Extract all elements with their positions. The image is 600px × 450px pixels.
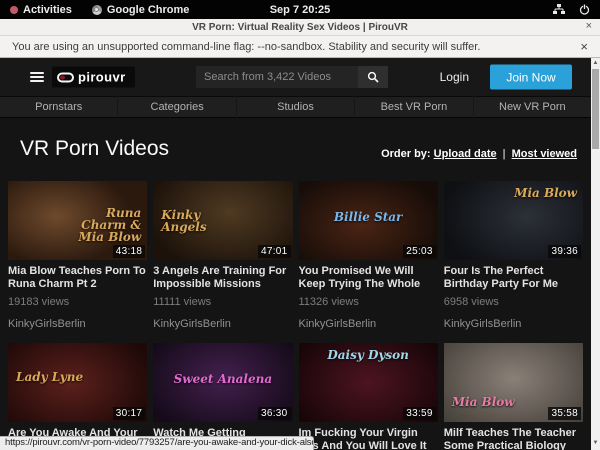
video-views: 6958 views [444,296,583,309]
infobar-message: You are using an unsupported command-lin… [12,41,480,53]
search-button[interactable] [358,66,388,88]
video-duration-badge: 39:36 [548,245,581,258]
video-thumbnail[interactable]: Mia Blow 39:36 [444,181,583,260]
search-bar [196,66,388,88]
scrollbar-thumb[interactable] [592,69,599,149]
video-duration-badge: 33:59 [403,407,436,420]
activities-button[interactable]: Activities [10,4,72,16]
power-icon[interactable] [579,4,590,15]
thumbnail-overlay-text: Sweet Analena [153,373,292,385]
tab-close-icon[interactable]: × [586,20,592,32]
join-now-button[interactable]: Join Now [490,65,572,90]
thumbnail-overlay-text: Kinky Angels [161,209,235,233]
thumbnail-overlay-text: Mia Blow [514,187,577,199]
video-card[interactable]: Mia Blow 35:58 Milf Teaches The Teacher … [444,343,583,450]
video-card[interactable]: Billie Star 25:03 You Promised We Will K… [299,181,438,343]
logo-text: pirouvr [78,70,126,85]
video-views: 19183 views [8,296,147,309]
video-grid: Runa Charm & Mia Blow 43:18 Mia Blow Tea… [0,181,591,450]
video-studio-link[interactable]: KinkyGirlsBerlin [299,318,438,343]
nav-item-pornstars[interactable]: Pornstars [0,96,117,118]
infobar: You are using an unsupported command-lin… [0,36,600,58]
video-title[interactable]: 3 Angels Are Training For Impossible Mis… [153,265,292,290]
video-duration-badge: 30:17 [113,407,146,420]
video-thumbnail[interactable]: Daisy Dyson 33:59 [299,343,438,422]
search-icon [367,71,379,83]
order-by: Order by: Upload date | Most viewed [381,148,577,162]
network-icon[interactable] [553,4,565,15]
video-card[interactable]: Daisy Dyson 33:59 Im Fucking Your Virgin… [299,343,438,450]
page-head: VR Porn Videos Order by: Upload date | M… [0,118,591,162]
activities-dot-icon [10,6,18,14]
nav-item-new-vr-porn[interactable]: New VR Porn [473,96,591,118]
video-views: 11111 views [153,296,292,309]
video-thumbnail[interactable]: Billie Star 25:03 [299,181,438,260]
login-link[interactable]: Login [440,70,469,84]
video-title[interactable]: Four Is The Perfect Birthday Party For M… [444,265,583,290]
video-card[interactable]: Kinky Angels 47:01 3 Angels Are Training… [153,181,292,343]
video-duration-badge: 36:30 [258,407,291,420]
chrome-taskbar-item[interactable]: Google Chrome [92,4,190,16]
video-thumbnail[interactable]: Kinky Angels 47:01 [153,181,292,260]
order-link-upload-date[interactable]: Upload date [434,148,497,160]
infobar-close-icon[interactable]: × [580,39,588,54]
menu-icon[interactable] [30,70,44,84]
thumbnail-overlay-text: Daisy Dyson [299,349,438,361]
video-card[interactable]: Sweet Analena 36:30 Watch Me Getting Dom… [153,343,292,450]
thumbnail-overlay-text: Runa Charm & Mia Blow [67,207,141,243]
video-duration-badge: 43:18 [113,245,146,258]
site-viewport: pirouvr Login Join Now Pornstars Categor… [0,58,591,450]
nav-item-best-vr-porn[interactable]: Best VR Porn [354,96,472,118]
scrollbar-up-arrow-icon[interactable]: ▲ [591,58,600,68]
video-views: 11326 views [299,296,438,309]
desktop-top-bar: Activities Google Chrome Sep 7 20:25 [0,0,600,19]
video-title[interactable]: Mia Blow Teaches Porn To Runa Charm Pt 2 [8,265,147,290]
video-thumbnail[interactable]: Runa Charm & Mia Blow 43:18 [8,181,147,260]
site-header: pirouvr Login Join Now [0,58,591,96]
window-title-bar: VR Porn: Virtual Reality Sex Videos | Pi… [0,19,600,36]
video-title[interactable]: Milf Teaches The Teacher Some Practical … [444,427,583,450]
video-title[interactable]: You Promised We Will Keep Trying The Who… [299,265,438,290]
page-title: VR Porn Videos [20,136,169,162]
search-input[interactable] [196,66,358,88]
order-by-label: Order by: [381,148,431,160]
video-duration-badge: 35:58 [548,407,581,420]
video-thumbnail[interactable]: Lady Lyne 30:17 [8,343,147,422]
video-card[interactable]: Runa Charm & Mia Blow 43:18 Mia Blow Tea… [8,181,147,343]
video-duration-badge: 47:01 [258,245,291,258]
chrome-icon [92,5,102,15]
scrollbar-down-arrow-icon[interactable]: ▼ [591,438,600,448]
thumbnail-overlay-text: Mia Blow [452,396,515,408]
chrome-taskbar-label: Google Chrome [107,4,190,16]
video-thumbnail[interactable]: Mia Blow 35:58 [444,343,583,422]
video-studio-link[interactable]: KinkyGirlsBerlin [153,318,292,343]
video-card[interactable]: Lady Lyne 30:17 Are You Awake And Your D… [8,343,147,450]
video-studio-link[interactable]: KinkyGirlsBerlin [8,318,147,343]
activities-label: Activities [23,4,72,16]
video-thumbnail[interactable]: Sweet Analena 36:30 [153,343,292,422]
thumbnail-overlay-text: Billie Star [299,211,438,223]
video-card[interactable]: Mia Blow 39:36 Four Is The Perfect Birth… [444,181,583,343]
site-logo[interactable]: pirouvr [52,67,135,88]
video-duration-badge: 25:03 [403,245,436,258]
status-url-bar: https://pirouvr.com/vr-porn-video/779325… [0,436,314,450]
video-title[interactable]: Im Fucking Your Virgin Ass And You Will … [299,427,438,450]
screen: Activities Google Chrome Sep 7 20:25 V [0,0,600,450]
page-scrollbar[interactable]: ▲ ▼ [591,58,600,450]
thumbnail-overlay-text: Lady Lyne [16,371,83,383]
nav-item-studios[interactable]: Studios [236,96,354,118]
order-separator: | [503,148,506,160]
order-link-most-viewed[interactable]: Most viewed [512,148,577,160]
vr-goggles-icon [57,72,74,82]
tab-title: VR Porn: Virtual Reality Sex Videos | Pi… [192,22,408,33]
nav-item-categories[interactable]: Categories [117,96,235,118]
main-nav: Pornstars Categories Studios Best VR Por… [0,96,591,118]
video-studio-link[interactable]: KinkyGirlsBerlin [444,318,583,343]
